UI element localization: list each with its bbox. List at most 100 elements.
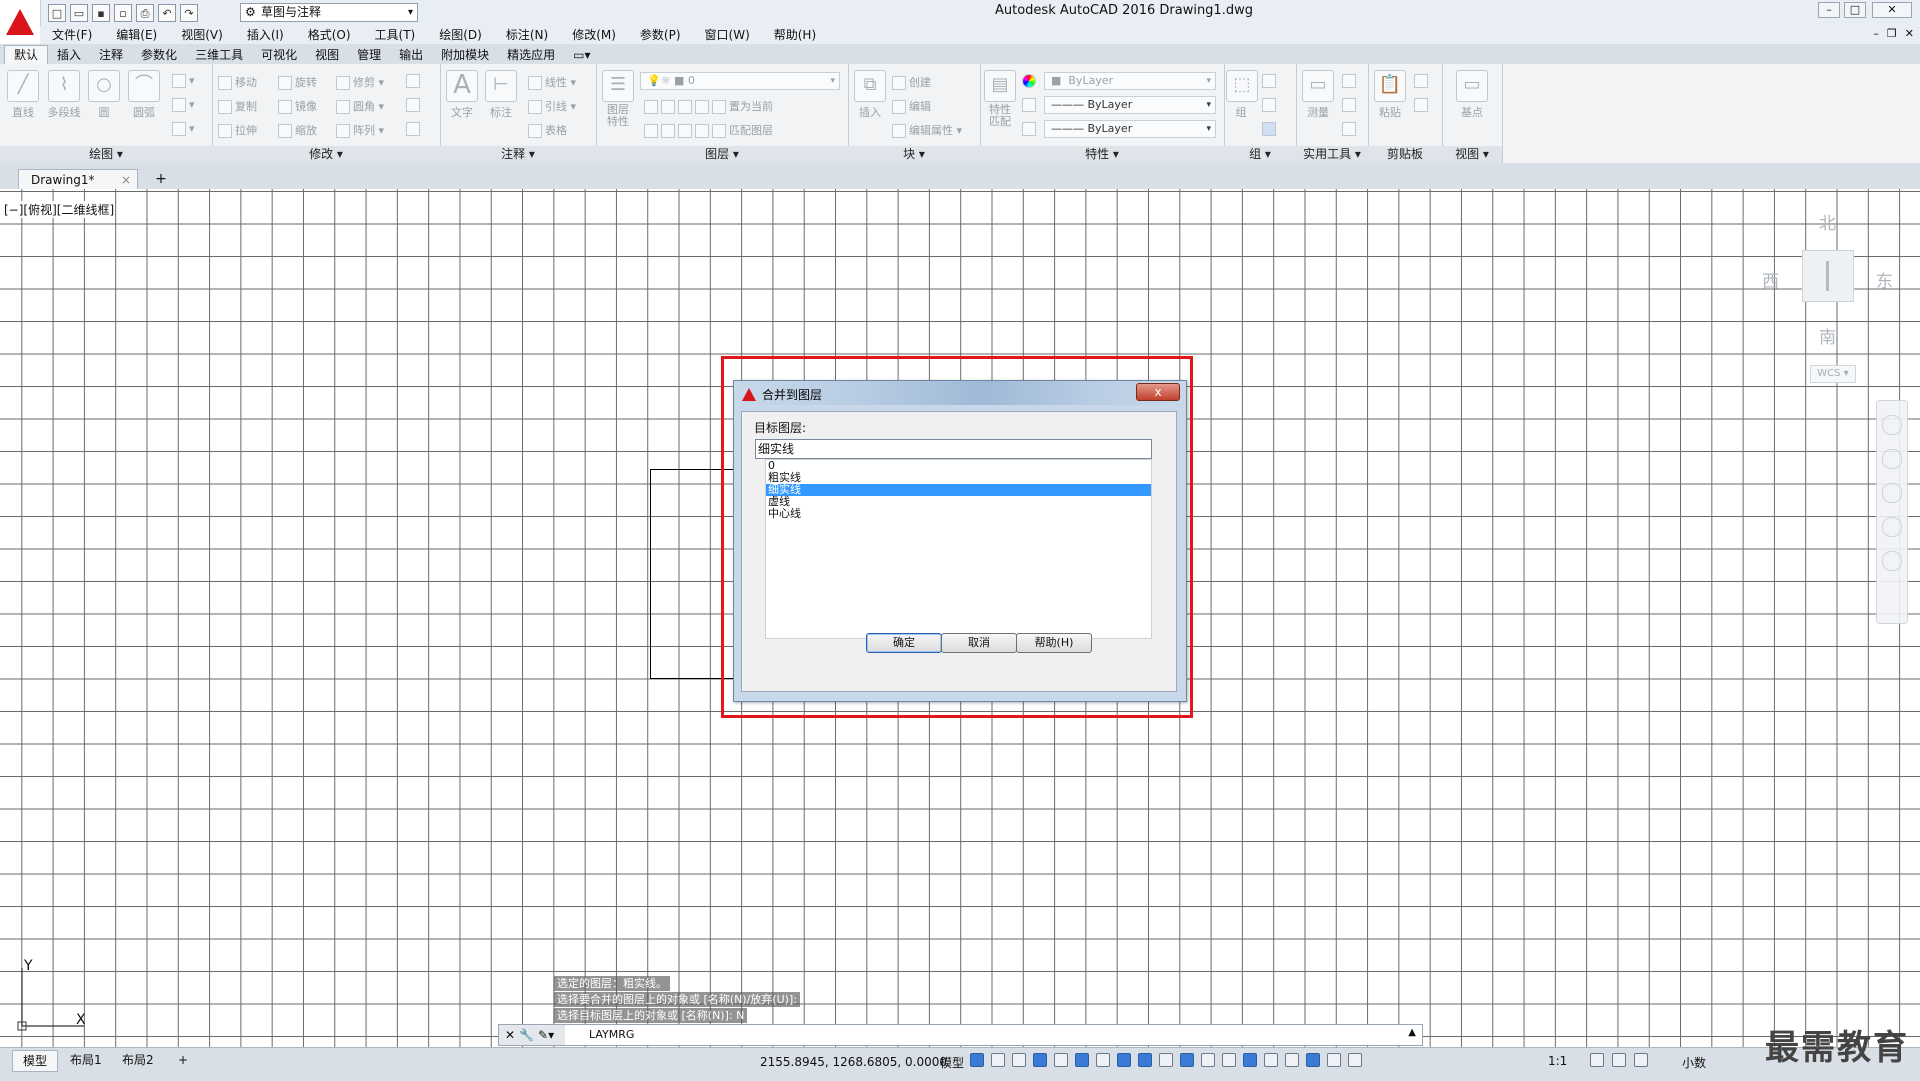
object-snap-icon[interactable] (1138, 1053, 1152, 1067)
menu-file[interactable]: 文件(F) (40, 26, 104, 44)
rotate-tool[interactable]: 旋转 (278, 74, 317, 90)
command-line-grip[interactable]: ✕ 🔧 ✎▾ (499, 1025, 565, 1045)
line-tool[interactable]: ╱ 直线 (4, 70, 42, 120)
offset-icon[interactable] (406, 122, 423, 136)
panel-properties-title[interactable]: 特性 ▾ (980, 146, 1224, 163)
pan-icon[interactable] (1882, 449, 1902, 469)
edit-block-tool[interactable]: 编辑 (892, 98, 931, 114)
doc-close-icon[interactable]: ✕ (1905, 27, 1914, 40)
viewcube-north[interactable]: 北 (1819, 209, 1836, 234)
id-point-icon[interactable] (1342, 98, 1359, 112)
add-layout-button[interactable]: + (168, 1050, 198, 1070)
menu-view[interactable]: 视图(V) (169, 26, 235, 44)
rectangle-icon[interactable]: ▾ (172, 74, 195, 88)
trim-tool[interactable]: 修剪 ▾ (336, 74, 384, 90)
tab-parametric[interactable]: 参数化 (132, 46, 186, 64)
lock-ui-icon[interactable] (1634, 1053, 1648, 1067)
layer-properties-tool[interactable]: ☰ 图层特性 (600, 70, 636, 128)
wrench-icon[interactable]: 🔧 (519, 1028, 534, 1042)
panel-block-title[interactable]: 块 ▾ (848, 146, 980, 163)
polyline-tool[interactable]: ⌇ 多段线 (42, 70, 86, 120)
dynamic-input-icon[interactable] (1033, 1053, 1047, 1067)
group-edit-icon[interactable] (1262, 98, 1279, 112)
annotation-scale-icon[interactable] (1348, 1053, 1362, 1067)
erase-icon[interactable] (406, 74, 423, 88)
new-file-icon[interactable]: □ (48, 4, 66, 22)
table-tool[interactable]: 表格 (528, 122, 567, 138)
text-tool[interactable]: A 文字 (444, 70, 480, 120)
isodraft-icon[interactable] (1096, 1053, 1110, 1067)
command-line[interactable]: ✕ 🔧 ✎▾ LAYMRG ▲ (498, 1024, 1423, 1046)
menu-edit[interactable]: 编辑(E) (104, 26, 169, 44)
workspace-switch-icon[interactable] (1590, 1053, 1604, 1067)
copy-tool[interactable]: 复制 (218, 98, 257, 114)
panel-groups-title[interactable]: 组 ▾ (1224, 146, 1296, 163)
menu-draw[interactable]: 绘图(D) (427, 26, 494, 44)
chevron-up-icon[interactable]: ▲ (1408, 1027, 1416, 1038)
menu-tools[interactable]: 工具(T) (363, 26, 428, 44)
command-input[interactable]: LAYMRG (589, 1028, 634, 1041)
stretch-tool[interactable]: 拉伸 (218, 122, 257, 138)
base-view-tool[interactable]: ▭ 基点 (1452, 70, 1492, 120)
layer-tools-row1[interactable]: 置为当前 (644, 98, 773, 114)
tab-default[interactable]: 默认 (4, 45, 49, 64)
zoom-icon[interactable] (1882, 483, 1902, 503)
edit-attribute-tool[interactable]: 编辑属性 ▾ (892, 122, 962, 138)
create-block-tool[interactable]: 创建 (892, 74, 931, 90)
doc-restore-icon[interactable]: ❐ (1887, 27, 1897, 40)
cut-icon[interactable] (1414, 74, 1431, 88)
help-button[interactable]: 帮助(H) (1016, 633, 1092, 653)
ok-button[interactable]: 确定 (866, 633, 942, 653)
move-tool[interactable]: 移动 (218, 74, 257, 90)
layout-tab-layout2[interactable]: 布局2 (112, 1050, 164, 1070)
menu-insert[interactable]: 插入(I) (235, 26, 296, 44)
explode-icon[interactable] (406, 98, 423, 112)
tab-insert[interactable]: 插入 (48, 46, 90, 64)
cancel-button[interactable]: 取消 (941, 633, 1017, 653)
annotation-scale[interactable]: 1:1 (1548, 1054, 1567, 1068)
layer-list-item-selected[interactable]: 细实线 (766, 484, 1151, 496)
fillet-tool[interactable]: 圆角 ▾ (336, 98, 384, 114)
dimension-tool[interactable]: ⊢ 标注 (482, 70, 520, 120)
document-tab-drawing1[interactable]: Drawing1* × (18, 169, 138, 189)
annotation-visibility-icon[interactable] (1306, 1053, 1320, 1067)
panel-draw-title[interactable]: 绘图 ▾ (0, 146, 212, 163)
menu-dimension[interactable]: 标注(N) (494, 26, 560, 44)
match-properties-tool[interactable]: ▤ 特性匹配 (984, 70, 1016, 128)
units-selector[interactable]: 小数 (1682, 1054, 1706, 1071)
paste-tool[interactable]: 📋 粘贴 (1372, 70, 1408, 120)
new-tab-button[interactable]: + (150, 170, 172, 188)
leader-tool[interactable]: 引线 ▾ (528, 98, 576, 114)
redo-icon[interactable]: ↷ (180, 4, 198, 22)
viewport-controls[interactable]: [−][俯视][二维线框] (4, 201, 115, 218)
calculator-icon[interactable] (1342, 122, 1359, 136)
save-icon[interactable]: ▪ (92, 4, 110, 22)
viewcube-top-face[interactable] (1802, 250, 1854, 302)
tab-annotate[interactable]: 注释 (90, 46, 132, 64)
grid-icon[interactable] (970, 1053, 984, 1067)
infer-constraints-icon[interactable] (1012, 1053, 1026, 1067)
showmotion-icon[interactable] (1882, 551, 1902, 571)
layout-tab-layout1[interactable]: 布局1 (60, 1050, 112, 1070)
ungroup-icon[interactable] (1262, 74, 1279, 88)
linear-dim-tool[interactable]: 线性 ▾ (528, 74, 576, 90)
tab-visualize[interactable]: 可视化 (252, 46, 306, 64)
menu-window[interactable]: 窗口(W) (693, 26, 762, 44)
tab-view[interactable]: 视图 (306, 46, 348, 64)
menu-help[interactable]: 帮助(H) (762, 26, 828, 44)
gizmo-icon[interactable] (1285, 1053, 1299, 1067)
model-space-toggle[interactable]: 模型 (940, 1054, 964, 1071)
viewcube-east[interactable]: 东 (1876, 267, 1893, 292)
open-file-icon[interactable]: ▭ (70, 4, 88, 22)
viewcube-south[interactable]: 南 (1819, 323, 1836, 348)
dialog-close-button[interactable]: x (1136, 383, 1180, 401)
close-tab-icon[interactable]: × (121, 170, 131, 190)
viewcube[interactable]: 北 西 东 南 WCS ▾ (1750, 205, 1900, 385)
steering-wheel-icon[interactable] (1882, 415, 1902, 435)
tab-3d-tools[interactable]: 三维工具 (186, 46, 252, 64)
copy-clip-icon[interactable] (1414, 98, 1431, 112)
ortho-icon[interactable] (1054, 1053, 1068, 1067)
selection-filter-icon[interactable] (1264, 1053, 1278, 1067)
undo-icon[interactable]: ↶ (158, 4, 176, 22)
measure-tool[interactable]: ▭ 测量 (1300, 70, 1336, 120)
